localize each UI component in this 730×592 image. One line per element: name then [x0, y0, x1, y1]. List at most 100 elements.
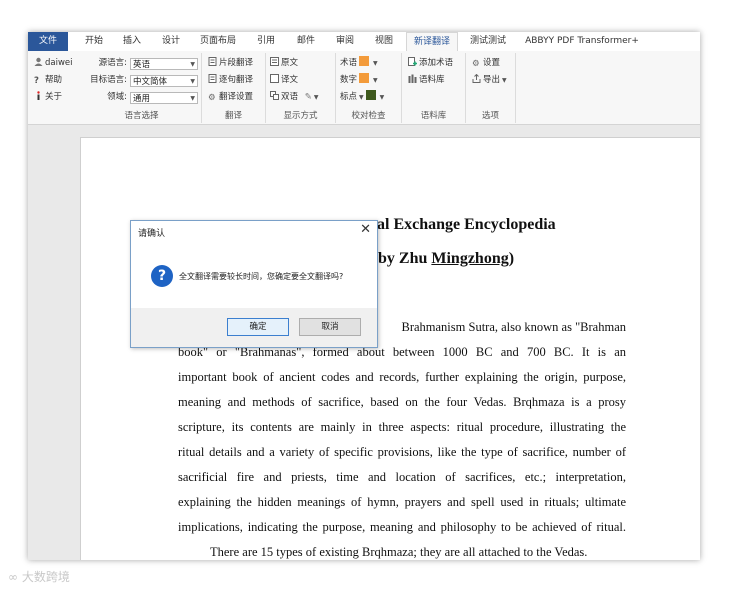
subtitle-author: Mingzhong — [431, 250, 509, 267]
chevron-down-icon: ▼ — [190, 95, 195, 102]
target-language-value: 中文简体 — [133, 77, 168, 87]
settings-label: 设置 — [483, 58, 501, 68]
body-paragraph: Brahmanism Sutra, also known as "Brahman… — [178, 315, 626, 560]
tab-view[interactable]: 视图 — [368, 32, 400, 51]
tab-references[interactable]: 引用 — [250, 32, 282, 51]
group-label: 选项 — [481, 111, 499, 121]
sentence-translate-label: 逐句翻译 — [219, 75, 254, 85]
original-label: 原文 — [281, 58, 299, 68]
bilingual-button[interactable]: 双语 ✎ ▼ — [270, 90, 318, 105]
question-icon: ? — [34, 76, 39, 86]
tab-insert[interactable]: 插入 — [116, 32, 148, 51]
tab-xinyi-translate[interactable]: 新译翻译 — [406, 32, 458, 51]
translation-button[interactable]: 译文 — [270, 73, 298, 88]
original-text-icon — [270, 57, 279, 66]
group-label: 语料库 — [420, 111, 447, 121]
sentence-translate-button[interactable]: 逐句翻译 — [208, 73, 253, 88]
display-group: 原文 译文 双语 ✎ ▼ 显示方式 — [266, 53, 336, 123]
cancel-button[interactable]: 取消 — [299, 318, 361, 336]
user-name: daiwei — [45, 58, 73, 68]
chevron-down-icon: ▼ — [502, 77, 507, 84]
group-label: 显示方式 — [283, 111, 318, 121]
user-item[interactable]: daiwei — [34, 56, 73, 71]
translate-settings-button[interactable]: ⚙ 翻译设置 — [208, 90, 253, 105]
tab-file[interactable]: 文件 — [28, 32, 68, 51]
user-icon — [34, 57, 43, 66]
numbers-label: 数字 — [340, 75, 358, 85]
punct-color-picker[interactable]: 标点 ▼ ▼ — [340, 90, 384, 105]
gear-icon: ⚙ — [208, 93, 216, 103]
ok-button[interactable]: 确定 — [227, 318, 289, 336]
tab-review[interactable]: 审阅 — [329, 32, 361, 51]
domain-label: 领域: — [107, 92, 127, 102]
document-icon — [208, 57, 217, 66]
translation-label: 译文 — [281, 75, 299, 85]
settings-button[interactable]: ⚙ 设置 — [472, 56, 500, 71]
chevron-down-icon: ▼ — [379, 94, 385, 101]
chevron-down-icon[interactable]: ▼ — [314, 94, 319, 101]
options-group: ⚙ 设置 导出 ▼ 选项 — [466, 53, 516, 123]
dialog-body: 请确认 ✕ ? 全文翻译需要较长时间，您确定要全文翻译吗? — [131, 221, 377, 308]
document-title: al Exchange Encyclopedia — [377, 216, 556, 233]
group-label: 语言选择 — [124, 111, 159, 121]
group-label: 翻译 — [224, 111, 242, 121]
punct-label: 标点 — [340, 92, 358, 102]
tab-test[interactable]: 测试测试 — [464, 32, 512, 51]
pen-icon[interactable]: ✎ — [305, 92, 312, 102]
tab-home[interactable]: 开始 — [78, 32, 110, 51]
terms-color-swatch — [359, 56, 370, 66]
text-line: There are 15 types of existing Brqhmaza;… — [210, 545, 588, 559]
translate-group: 片段翻译 逐句翻译 ⚙ 翻译设置 翻译 — [202, 53, 266, 123]
tab-mailings[interactable]: 邮件 — [290, 32, 322, 51]
info-icon — [34, 91, 43, 100]
numbers-color-picker[interactable]: 数字 ▼ — [340, 73, 378, 88]
export-label: 导出 — [483, 75, 501, 85]
chevron-down-icon: ▼ — [190, 61, 195, 68]
ribbon-tab-bar: 文件 开始 插入 设计 页面布局 引用 邮件 审阅 视图 新译翻译 测试测试 A… — [28, 32, 700, 52]
text-line: implications, indicating the purpose, me… — [178, 520, 626, 534]
bilingual-icon — [270, 91, 279, 100]
domain-select[interactable]: 通用 ▼ — [130, 92, 198, 104]
dialog-message: 全文翻译需要较长时间，您确定要全文翻译吗? — [179, 272, 344, 281]
document-subtitle: by Zhu Mingzhong) — [378, 250, 514, 268]
about-button[interactable]: 关于 — [34, 90, 62, 105]
segment-translate-button[interactable]: 片段翻译 — [208, 56, 253, 71]
export-button[interactable]: 导出 ▼ — [472, 73, 507, 88]
help-button[interactable]: ? 帮助 — [34, 73, 62, 88]
corpus-button[interactable]: 语料库 — [408, 73, 445, 88]
text-line: meaning and methods of sacrifice, based … — [178, 395, 626, 409]
corpus-group: 添加术语 语料库 语料库 — [402, 53, 466, 123]
segment-translate-label: 片段翻译 — [219, 58, 254, 68]
dialog-title: 请确认 — [138, 229, 166, 239]
target-language-select[interactable]: 中文简体 ▼ — [130, 75, 198, 87]
gear-icon: ⚙ — [472, 59, 480, 69]
watermark-text: 大数跨境 — [21, 570, 70, 584]
add-term-button[interactable]: 添加术语 — [408, 56, 453, 71]
confirm-dialog: 请确认 ✕ ? 全文翻译需要较长时间，您确定要全文翻译吗? 确定 取消 — [130, 220, 378, 348]
document-page[interactable]: al Exchange Encyclopedia by Zhu Mingzhon… — [80, 137, 700, 560]
text-line: ritual details and a variety of specific… — [178, 445, 626, 459]
watermark-logo: ∞ 大数跨境 — [8, 568, 70, 585]
proofreading-group: 术语 ▼ 数字 ▼ 标点 ▼ ▼ 校对检查 — [336, 53, 402, 123]
translation-text-icon — [270, 74, 279, 83]
chevron-down-icon: ▼ — [373, 77, 378, 84]
watermark-mark: ∞ — [8, 570, 22, 584]
tab-abbyy[interactable]: ABBYY PDF Transformer+ — [522, 32, 642, 51]
close-icon[interactable]: ✕ — [360, 222, 371, 237]
terms-color-picker[interactable]: 术语 ▼ — [340, 56, 378, 71]
add-term-label: 添加术语 — [419, 58, 454, 68]
tab-page-layout[interactable]: 页面布局 — [196, 32, 240, 51]
document-icon — [208, 74, 217, 83]
tab-design[interactable]: 设计 — [155, 32, 187, 51]
text-line: explaining the hidden meanings of hymn, … — [178, 495, 626, 509]
source-language-label: 源语言: — [98, 58, 127, 68]
subtitle-suffix: ) — [508, 250, 515, 267]
source-language-value: 英语 — [133, 60, 151, 70]
account-group: daiwei ? 帮助 关于 — [28, 53, 80, 123]
source-language-select[interactable]: 英语 ▼ — [130, 58, 198, 70]
original-button[interactable]: 原文 — [270, 56, 298, 71]
chevron-down-icon: ▼ — [359, 94, 364, 101]
terms-label: 术语 — [340, 58, 358, 68]
language-selection-group: 源语言: 英语 ▼ 目标语言: 中文简体 ▼ 领域: 通用 ▼ 语言选择 — [82, 53, 202, 123]
text-line: sacrificial fire and priests, time and l… — [178, 470, 626, 484]
